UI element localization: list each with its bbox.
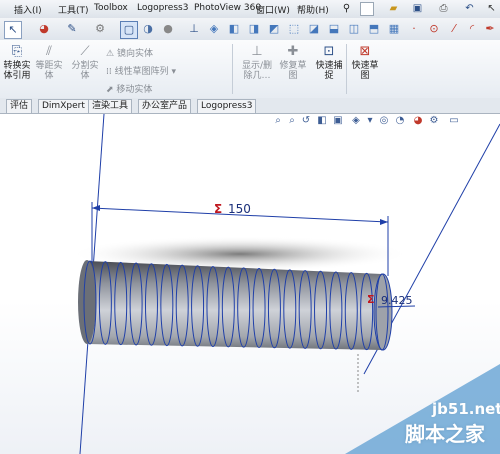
cube-iso-icon[interactable]: ⬚ [286, 21, 302, 37]
dimension-arrow-right [380, 219, 388, 225]
hidden-lines-icon[interactable]: ⬒ [366, 21, 382, 37]
graphics-viewport[interactable]: ⌕ ⌕ ↺ ◧ ▣ ◈ ▾ ◎ ◔ ◕ ⚙ ▭ Σ 150 Σ 9.425 [0, 114, 500, 454]
mirror-entities-button[interactable]: ⚠ 镜向实体 [106, 46, 153, 59]
dim-length-sigma: Σ [214, 202, 222, 216]
menu-logopress3[interactable]: Logopress3 [137, 3, 188, 13]
arc-icon[interactable]: ◜ [464, 21, 480, 37]
menu-help[interactable]: 帮助(H) [297, 3, 329, 16]
move-entities-button[interactable]: ⬈ 移动实体 [106, 82, 152, 95]
model-canvas: Σ 150 Σ 9.425 [70, 114, 500, 454]
display-mode-icon[interactable]: ▢ [120, 21, 138, 39]
rebuild-icon[interactable]: ⚙ [92, 21, 108, 37]
offset-entities-button[interactable]: ⫽ 等距实 体 [34, 44, 64, 81]
quick-snap-label: 快速捕 捉 [315, 61, 343, 81]
convert-label: 转换实 体引用 [3, 61, 31, 81]
show-hide-relations-button[interactable]: ⊥ 显示/删 除几… [238, 44, 276, 81]
watermark-url: jb51.net [432, 400, 500, 418]
tab-evaluate[interactable]: 评估 [6, 99, 33, 113]
tab-office-products[interactable]: 办公室产品 [138, 99, 192, 113]
cylinder-left-end [78, 260, 96, 344]
tab-dimxpert[interactable]: DimXpert [38, 99, 89, 113]
menu-bar: 插入(I) 工具(T) Toolbox Logopress3 PhotoView… [0, 0, 500, 19]
view-orient-icon[interactable]: ● [160, 21, 176, 37]
point-icon[interactable]: · [406, 21, 422, 37]
show-hide-label: 显示/删 除几… [241, 61, 273, 81]
tab-logopress3[interactable]: Logopress3 [197, 99, 257, 113]
smart-dim-icon[interactable]: ✎ [64, 21, 80, 37]
repair-icon: ✚ [287, 44, 299, 59]
mirror-icon: ⚠ [106, 49, 117, 59]
line-icon[interactable]: ⁄ [446, 21, 462, 37]
select-icon[interactable]: ↖ [484, 1, 499, 16]
quick-sketch-label: 快速草 图 [351, 61, 379, 81]
split-entities-button[interactable]: ⟋ 分割实 体 [70, 44, 100, 81]
rapid-sketch-icon: ⊠ [359, 44, 371, 59]
snap-icon: ⊡ [323, 44, 335, 59]
normal-to-icon[interactable]: ◫ [346, 21, 362, 37]
convert-icon: ⎘ [11, 44, 23, 59]
quick-snaps-button[interactable]: ⊡ 快速捕 捉 [314, 44, 344, 81]
standard-toolbar: ↖ ◕ ✎ ⚙ ▢ ◑ ● ⊥ ◈ ◧ ◨ ◩ ⬚ ◪ ⬓ ◫ ⬒ ▦ · ⊙ … [0, 18, 500, 41]
open-folder-icon[interactable]: ▰ [386, 1, 401, 16]
tab-render-tools[interactable]: 渲染工具 [88, 99, 133, 113]
ribbon-divider [232, 44, 233, 94]
split-label: 分割实 体 [71, 61, 99, 81]
cylinder-right-end [373, 273, 393, 351]
linear-pattern-icon: ⁞⁞ [106, 67, 115, 77]
dim-length-value: 150 [228, 202, 251, 216]
repair-sketch-button[interactable]: ✚ 修复草 图 [278, 44, 308, 81]
dim-diameter-sigma: Σ [367, 293, 375, 306]
shaded-icon[interactable]: ◑ [140, 21, 156, 37]
offset-icon: ⫽ [46, 44, 52, 59]
linear-pattern-button[interactable]: ⁞⁞ 线性草图阵列 ▾ [106, 64, 176, 77]
move-label: 移动实体 [116, 85, 153, 95]
menu-tools[interactable]: 工具(T) [58, 3, 89, 16]
menu-insert[interactable]: 插入(I) [14, 3, 42, 16]
sketch-ribbon: ⎘ 转换实 体引用 ⫽ 等距实 体 ⟋ 分割实 体 ⚠ 镜向实体 ⁞⁞ 线性草图… [0, 40, 500, 99]
cylinder-body [87, 261, 383, 350]
mirror-label: 镜向实体 [116, 49, 153, 59]
menu-window[interactable]: 窗口(W) [256, 3, 290, 16]
dimension-arrow-left [92, 205, 100, 211]
print-icon[interactable]: ⎙ [436, 1, 451, 16]
save-icon[interactable]: ▣ [410, 1, 425, 16]
pin-icon[interactable]: ⚲ [339, 1, 354, 16]
split-icon: ⟋ [80, 44, 90, 59]
watermark-brand: 脚本之家 [405, 422, 485, 446]
ribbon-divider-2 [346, 44, 347, 94]
view-icon[interactable]: ⬓ [326, 21, 342, 37]
cube-icon[interactable]: ◈ [206, 21, 222, 37]
axis-icon[interactable]: ⊥ [186, 21, 202, 37]
circle-icon[interactable]: ⊙ [426, 21, 442, 37]
convert-entities-button[interactable]: ⎘ 转换实 体引用 [2, 44, 32, 81]
new-file-icon[interactable] [360, 2, 374, 16]
rapid-sketch-button[interactable]: ⊠ 快速草 图 [350, 44, 380, 81]
command-tabs: 评估 DimXpert 渲染工具 办公室产品 Logopress3 [0, 98, 500, 114]
menu-photoview[interactable]: PhotoView 360 [194, 3, 261, 13]
linear-pattern-label: 线性草图阵列 [114, 67, 169, 77]
pen-icon[interactable]: ✒ [482, 21, 498, 37]
wireframe-icon[interactable]: ▦ [386, 21, 402, 37]
offset-label: 等距实 体 [35, 61, 63, 81]
section-icon[interactable]: ◪ [306, 21, 322, 37]
dim-diameter-value: 9.425 [381, 294, 413, 307]
menu-toolbox[interactable]: Toolbox [94, 3, 128, 13]
cube-top-icon[interactable]: ◨ [246, 21, 262, 37]
relations-icon: ⊥ [251, 44, 263, 59]
appearance-icon[interactable]: ◕ [36, 21, 52, 37]
cube-front-icon[interactable]: ◧ [226, 21, 242, 37]
repair-label: 修复草 图 [279, 61, 307, 81]
undo-icon[interactable]: ↶ [462, 1, 477, 16]
cube-right-icon[interactable]: ◩ [266, 21, 282, 37]
move-icon: ⬈ [106, 85, 117, 95]
select-arrow-icon[interactable]: ↖ [4, 21, 22, 39]
